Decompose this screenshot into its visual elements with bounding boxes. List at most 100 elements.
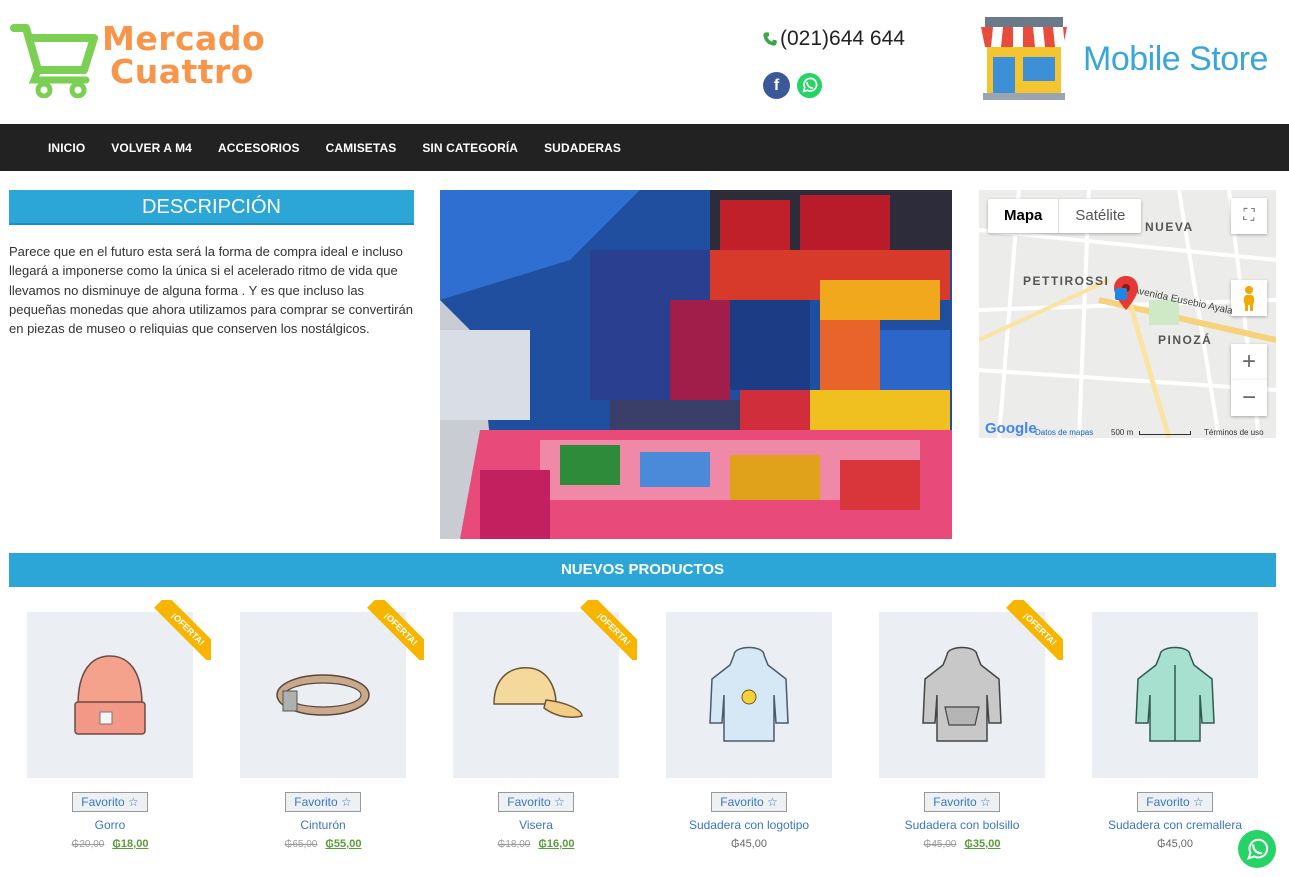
product-image[interactable]: ¡OFERTA! bbox=[453, 600, 637, 778]
map-scale: 500 m bbox=[1111, 428, 1134, 437]
product-card[interactable]: Favorito ☆ Sudadera con logotipo ₲45,00 bbox=[666, 612, 832, 850]
product-image[interactable]: ¡OFERTA! bbox=[879, 600, 1063, 778]
sale-ribbon-label: ¡OFERTA! bbox=[367, 600, 424, 660]
sale-ribbon: ¡OFERTA! bbox=[151, 600, 211, 660]
cap-icon bbox=[493, 667, 583, 719]
sale-ribbon-label: ¡OFERTA! bbox=[1006, 600, 1063, 660]
location-map[interactable]: Mapa Satélite ⛶ + − NUEVA PETTIROSSI PIN… bbox=[979, 190, 1276, 438]
product-name[interactable]: Sudadera con logotipo bbox=[666, 818, 832, 832]
product-name[interactable]: Visera bbox=[453, 818, 619, 832]
new-products-title: NUEVOS PRODUCTOS bbox=[9, 553, 1276, 587]
product-name[interactable]: Sudadera con bolsillo bbox=[879, 818, 1045, 832]
map-label-pinoza: PINOZÁ bbox=[1158, 333, 1213, 347]
map-tab-satellite[interactable]: Satélite bbox=[1059, 199, 1141, 233]
product-name[interactable]: Sudadera con cremallera bbox=[1092, 818, 1258, 832]
map-scale-bar bbox=[1139, 431, 1191, 435]
brand-line2: Cuattro bbox=[110, 52, 254, 91]
zoom-out-icon[interactable]: − bbox=[1231, 380, 1267, 416]
sale-ribbon-label: ¡OFERTA! bbox=[580, 600, 637, 660]
map-footer: Google Datos de mapas 500 m Términos de … bbox=[979, 420, 1276, 438]
nav-item-inicio[interactable]: INICIO bbox=[35, 141, 98, 155]
favorite-button[interactable]: Favorito ☆ bbox=[285, 792, 361, 812]
old-price: ₲65,00 bbox=[284, 839, 318, 850]
product-price: ₲45,00 ₲35,00 bbox=[879, 838, 1045, 850]
product-name[interactable]: Gorro bbox=[27, 818, 193, 832]
store-icon bbox=[981, 17, 1067, 100]
product-card[interactable]: ¡OFERTA! Favorito ☆ Cinturón ₲65,00 ₲55,0… bbox=[240, 600, 424, 850]
street-view-pegman-icon[interactable] bbox=[1231, 280, 1267, 316]
main-nav: INICIO VOLVER A M4 ACCESORIOS CAMISETAS … bbox=[0, 124, 1289, 171]
description-text: Parece que en el futuro esta será la for… bbox=[9, 244, 413, 337]
whatsapp-floating-button[interactable] bbox=[1238, 830, 1276, 868]
social-links: f bbox=[763, 72, 823, 99]
brand-logo[interactable]: Mercado Cuattro bbox=[10, 18, 266, 98]
market-stall-image bbox=[440, 190, 952, 539]
product-price: ₲45,00 bbox=[1092, 838, 1258, 850]
map-label-pettirossi: PETTIROSSI bbox=[1023, 274, 1110, 288]
regular-price: ₲45,00 bbox=[1156, 838, 1194, 850]
brand-line1: Mercado bbox=[102, 19, 266, 58]
product-card[interactable]: ¡OFERTA! Favorito ☆ Visera ₲18,00 ₲16,00 bbox=[453, 600, 637, 850]
phone-number: (021)644 644 bbox=[780, 27, 905, 50]
old-price: ₲20,00 bbox=[71, 839, 105, 850]
google-logo: Google bbox=[985, 420, 1037, 437]
description-title: DESCRIPCIÓN bbox=[9, 190, 414, 225]
brand-name: Mercado Cuattro bbox=[102, 19, 266, 91]
product-image[interactable] bbox=[1092, 612, 1258, 778]
favorite-button[interactable]: Favorito ☆ bbox=[1137, 792, 1213, 812]
favorite-button[interactable]: Favorito ☆ bbox=[924, 792, 1000, 812]
map-tab-map[interactable]: Mapa bbox=[988, 199, 1060, 233]
sale-ribbon: ¡OFERTA! bbox=[364, 600, 424, 660]
sale-price: ₲18,00 bbox=[112, 838, 149, 850]
old-price: ₲45,00 bbox=[923, 839, 957, 850]
favorite-button[interactable]: Favorito ☆ bbox=[711, 792, 787, 812]
product-name[interactable]: Cinturón bbox=[240, 818, 406, 832]
nav-item-sin-categoria[interactable]: SIN CATEGORÍA bbox=[409, 141, 531, 155]
nav-item-accesorios[interactable]: ACCESORIOS bbox=[205, 141, 313, 155]
nav-item-sudaderas[interactable]: SUDADERAS bbox=[531, 141, 634, 155]
favorite-button[interactable]: Favorito ☆ bbox=[498, 792, 574, 812]
product-price: ₲65,00 ₲55,00 bbox=[240, 838, 406, 850]
store-name[interactable]: Mobile Store bbox=[1083, 40, 1268, 79]
map-type-tabs: Mapa Satélite bbox=[988, 199, 1142, 233]
product-card[interactable]: ¡OFERTA! Favorito ☆ Sudadera con bolsill… bbox=[879, 600, 1063, 850]
nav-item-camisetas[interactable]: CAMISETAS bbox=[313, 141, 410, 155]
shopping-cart-icon bbox=[10, 24, 98, 98]
belt-icon bbox=[276, 674, 370, 716]
regular-price: ₲45,00 bbox=[730, 838, 768, 850]
product-image[interactable]: ¡OFERTA! bbox=[27, 600, 211, 778]
product-grid: ¡OFERTA! Favorito ☆ Gorro ₲20,00 ₲18,00 ¡… bbox=[0, 600, 1289, 877]
old-price: ₲18,00 bbox=[497, 839, 531, 850]
sale-ribbon-label: ¡OFERTA! bbox=[154, 600, 211, 660]
phone-contact[interactable]: (021)644 644 bbox=[762, 27, 905, 51]
favorite-button[interactable]: Favorito ☆ bbox=[72, 792, 148, 812]
map-terms-link[interactable]: Términos de uso bbox=[1204, 428, 1264, 437]
bus-stop-icon bbox=[1115, 288, 1127, 300]
beanie-icon bbox=[74, 655, 146, 735]
product-price: ₲20,00 ₲18,00 bbox=[27, 838, 193, 850]
product-price: ₲18,00 ₲16,00 bbox=[453, 838, 619, 850]
zoom-in-icon[interactable]: + bbox=[1231, 344, 1267, 380]
sale-price: ₲35,00 bbox=[964, 838, 1001, 850]
map-data-link[interactable]: Datos de mapas bbox=[1035, 428, 1093, 437]
market-stall-photo bbox=[440, 190, 952, 539]
hoodie-logo-icon bbox=[709, 646, 789, 742]
sale-price: ₲55,00 bbox=[325, 838, 362, 850]
product-price: ₲45,00 bbox=[666, 838, 832, 850]
nav-item-volver-a-m4[interactable]: VOLVER A M4 bbox=[98, 141, 205, 155]
facebook-icon[interactable]: f bbox=[763, 72, 790, 99]
hoodie-pocket-icon bbox=[922, 646, 1002, 742]
product-image[interactable] bbox=[666, 612, 832, 778]
sale-ribbon: ¡OFERTA! bbox=[1003, 600, 1063, 660]
site-header: Mercado Cuattro (021)644 644 f Mobile St… bbox=[0, 0, 1289, 124]
whatsapp-icon[interactable] bbox=[796, 72, 823, 99]
fullscreen-icon[interactable]: ⛶ bbox=[1231, 198, 1267, 234]
phone-icon bbox=[763, 32, 777, 46]
product-card[interactable]: Favorito ☆ Sudadera con cremallera ₲45,0… bbox=[1092, 612, 1258, 850]
whatsapp-icon bbox=[1247, 838, 1269, 860]
product-card[interactable]: ¡OFERTA! Favorito ☆ Gorro ₲20,00 ₲18,00 bbox=[27, 600, 211, 850]
product-image[interactable]: ¡OFERTA! bbox=[240, 600, 424, 778]
sale-price: ₲16,00 bbox=[538, 838, 575, 850]
sale-ribbon: ¡OFERTA! bbox=[577, 600, 637, 660]
map-label-nueva: NUEVA bbox=[1145, 220, 1194, 234]
